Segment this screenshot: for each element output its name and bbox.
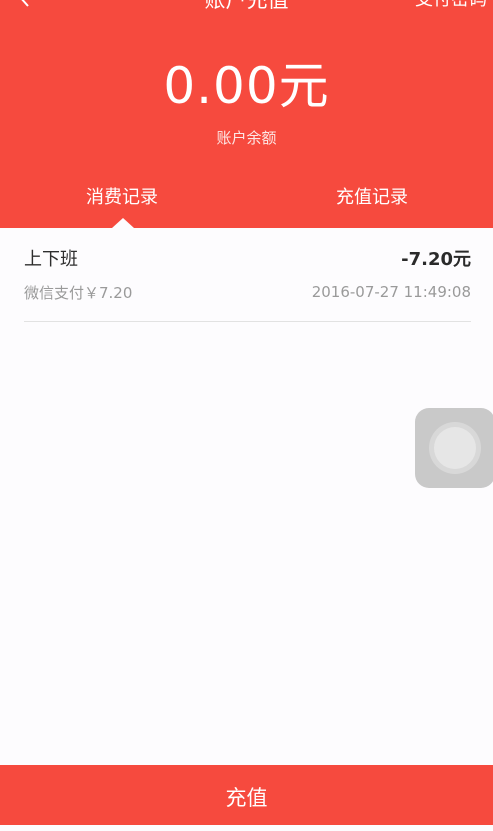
record-timestamp: 2016-07-27 11:49:08 xyxy=(311,283,471,301)
recharge-button[interactable]: 充值 xyxy=(0,765,493,825)
payment-password-link[interactable]: 支付密码 xyxy=(415,0,487,12)
balance-amount: 0.00元 xyxy=(163,57,330,115)
record-payment-method: 微信支付￥7.20 xyxy=(24,284,133,302)
header: 账户充值 支付密码 0.00元 账户余额 消费记录 充值记录 xyxy=(0,0,493,228)
record-title: 上下班 xyxy=(24,249,78,270)
balance-label: 账户余额 xyxy=(216,129,277,147)
tab-consume-records[interactable]: 消费记录 xyxy=(86,186,158,210)
tab-recharge-records[interactable]: 充值记录 xyxy=(336,186,408,210)
list-item[interactable]: 上下班 -7.20元 微信支付￥7.20 2016-07-27 11:49:08 xyxy=(24,228,471,322)
assistive-touch-knob xyxy=(434,427,476,469)
record-amount: -7.20元 xyxy=(401,249,471,270)
assistive-touch-icon[interactable] xyxy=(415,408,493,488)
active-tab-indicator xyxy=(112,218,134,228)
